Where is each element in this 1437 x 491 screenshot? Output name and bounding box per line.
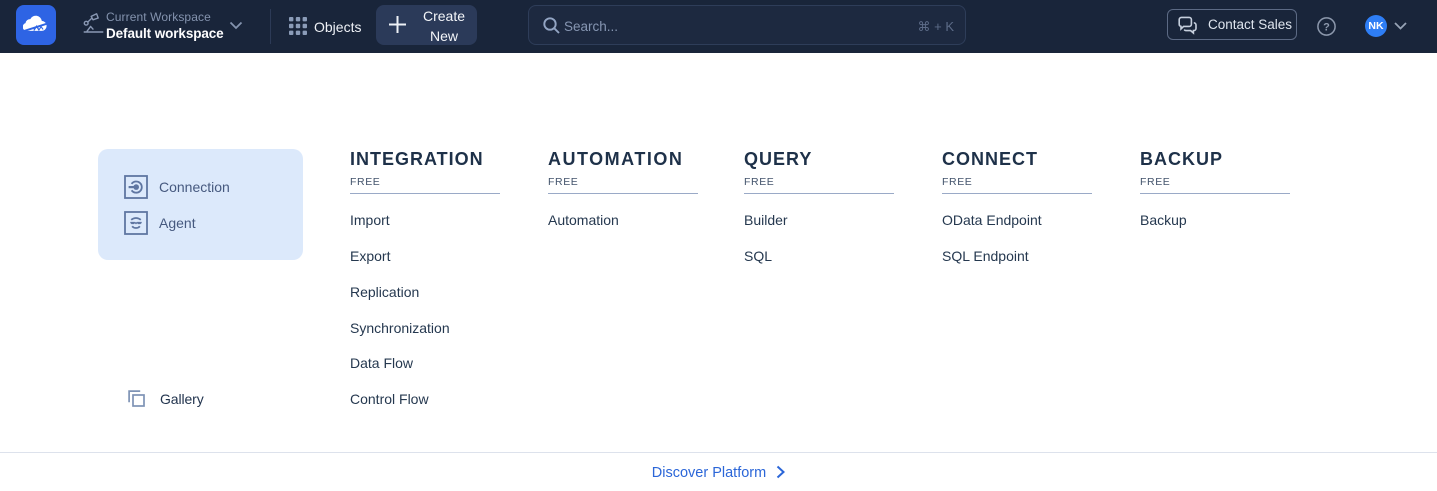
svg-text:?: ?: [1323, 22, 1330, 34]
